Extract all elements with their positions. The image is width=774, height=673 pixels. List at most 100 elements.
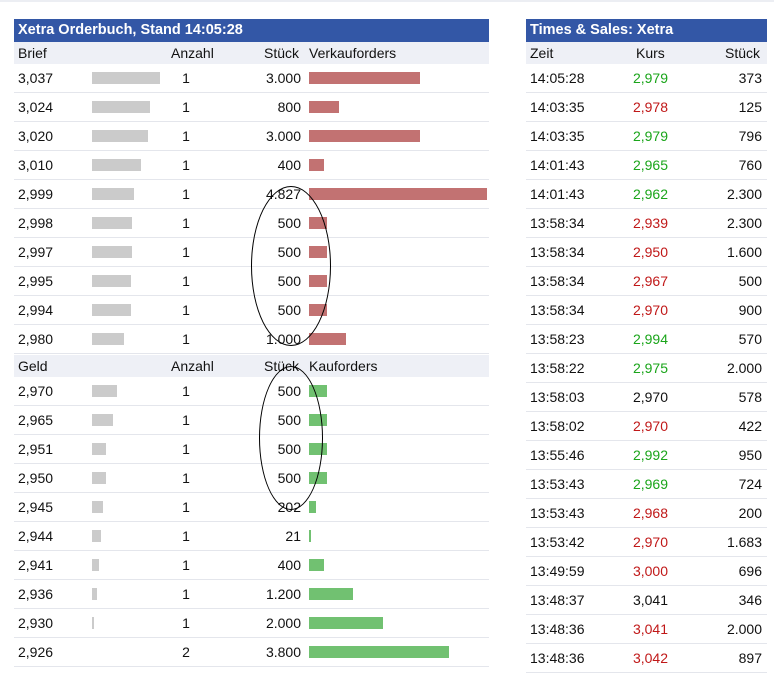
trade-price: 2,979: [632, 128, 668, 144]
ask-price: 2,999: [18, 186, 54, 202]
ask-volume-bar: [309, 159, 324, 171]
ask-depth-bar: [92, 130, 148, 142]
bid-row[interactable]: 2,944 1 21: [14, 522, 489, 551]
bid-row[interactable]: 2,945 1 202: [14, 493, 489, 522]
bid-count: 1: [182, 557, 190, 573]
ask-count: 1: [182, 273, 190, 289]
trade-row[interactable]: 13:58:23 2,994 570: [526, 325, 767, 354]
bid-qty: 400: [277, 557, 301, 573]
bid-price: 2,936: [18, 586, 54, 602]
ask-row[interactable]: 2,998 1 500: [14, 209, 489, 238]
bid-price: 2,941: [18, 557, 54, 573]
trade-row[interactable]: 13:55:46 2,992 950: [526, 441, 767, 470]
bid-count: 1: [182, 441, 190, 457]
trade-price: 2,970: [632, 389, 668, 405]
trade-row[interactable]: 13:58:34 2,970 900: [526, 296, 767, 325]
trade-time: 13:48:36: [530, 650, 585, 666]
ask-volume-bar: [309, 101, 339, 113]
trade-qty: 2.000: [726, 621, 762, 637]
trade-row[interactable]: 13:53:43 2,968 200: [526, 499, 767, 528]
trade-row[interactable]: 13:53:43 2,969 724: [526, 470, 767, 499]
trade-row[interactable]: 13:48:37 3,041 346: [526, 586, 767, 615]
trade-price: 3,000: [632, 563, 668, 579]
ask-row[interactable]: 3,010 1 400: [14, 151, 489, 180]
bid-qty: 3.800: [265, 644, 301, 660]
trade-time: 13:49:59: [530, 563, 585, 579]
bid-price: 2,950: [18, 470, 54, 486]
bid-volume-bar: [309, 646, 449, 658]
bid-depth-bar: [92, 443, 106, 455]
bid-row[interactable]: 2,936 1 1.200: [14, 580, 489, 609]
ask-qty: 400: [277, 157, 301, 173]
ask-count: 1: [182, 157, 190, 173]
ask-row[interactable]: 3,037 1 3.000: [14, 64, 489, 93]
trade-qty: 2.000: [726, 360, 762, 376]
ask-row[interactable]: 2,994 1 500: [14, 296, 489, 325]
trade-qty: 2.300: [726, 215, 762, 231]
trade-row[interactable]: 13:49:59 3,000 696: [526, 557, 767, 586]
trade-row[interactable]: 13:48:36 3,042 897: [526, 644, 767, 673]
bid-row[interactable]: 2,970 1 500: [14, 377, 489, 406]
ask-row[interactable]: 3,024 1 800: [14, 93, 489, 122]
trade-time: 14:03:35: [530, 128, 585, 144]
trade-time: 13:55:46: [530, 447, 585, 463]
trade-time: 13:48:36: [530, 621, 585, 637]
trade-qty: 125: [738, 99, 762, 115]
bid-qty: 1.200: [265, 586, 301, 602]
ask-depth-bar: [92, 275, 131, 287]
ask-row[interactable]: 2,980 1 1.000: [14, 325, 489, 354]
trade-row[interactable]: 14:01:43 2,962 2.300: [526, 180, 767, 209]
trade-row[interactable]: 14:03:35 2,978 125: [526, 93, 767, 122]
ask-row[interactable]: 3,020 1 3.000: [14, 122, 489, 151]
bid-row[interactable]: 2,965 1 500: [14, 406, 489, 435]
ask-count-header: Anzahl: [171, 45, 214, 61]
bid-count: 1: [182, 528, 190, 544]
ask-price: 3,020: [18, 128, 54, 144]
ask-volume-bar: [309, 72, 420, 84]
bid-row[interactable]: 2,951 1 500: [14, 435, 489, 464]
ask-price: 3,024: [18, 99, 54, 115]
trade-row[interactable]: 13:48:36 3,041 2.000: [526, 615, 767, 644]
trade-row[interactable]: 13:58:22 2,975 2.000: [526, 354, 767, 383]
bid-price: 2,970: [18, 383, 54, 399]
trade-row[interactable]: 13:58:34 2,939 2.300: [526, 209, 767, 238]
trade-row[interactable]: 13:58:34 2,950 1.600: [526, 238, 767, 267]
bid-count: 1: [182, 586, 190, 602]
trade-qty: 578: [738, 389, 762, 405]
bid-row[interactable]: 2,950 1 500: [14, 464, 489, 493]
trade-row[interactable]: 13:58:34 2,967 500: [526, 267, 767, 296]
trade-time: 14:01:43: [530, 186, 585, 202]
bid-depth-bar: [92, 414, 113, 426]
trade-row[interactable]: 14:03:35 2,979 796: [526, 122, 767, 151]
bid-count: 1: [182, 499, 190, 515]
trade-row[interactable]: 13:58:02 2,970 422: [526, 412, 767, 441]
trade-price: 3,041: [632, 592, 668, 608]
ask-volume-bar: [309, 333, 346, 345]
bid-price: 2,944: [18, 528, 54, 544]
trade-qty: 950: [738, 447, 762, 463]
trade-price: 2,970: [632, 534, 668, 550]
trade-price: 2,950: [632, 244, 668, 260]
ask-row[interactable]: 2,999 1 4.827: [14, 180, 489, 209]
bid-volume-bar: [309, 559, 324, 571]
bid-row[interactable]: 2,926 2 3.800: [14, 638, 489, 667]
trade-time: 13:53:43: [530, 505, 585, 521]
bid-price: 2,930: [18, 615, 54, 631]
trade-row[interactable]: 13:58:03 2,970 578: [526, 383, 767, 412]
trade-qty: 2.300: [726, 186, 762, 202]
trade-qty: 796: [738, 128, 762, 144]
trade-price: 2,967: [632, 273, 668, 289]
bid-row[interactable]: 2,941 1 400: [14, 551, 489, 580]
bid-price: 2,965: [18, 412, 54, 428]
trade-time: 13:58:34: [530, 302, 585, 318]
trade-row[interactable]: 14:05:28 2,979 373: [526, 64, 767, 93]
trade-row[interactable]: 14:01:43 2,965 760: [526, 151, 767, 180]
bid-row[interactable]: 2,930 1 2.000: [14, 609, 489, 638]
ask-price: 2,994: [18, 302, 54, 318]
trade-qty: 760: [738, 157, 762, 173]
ask-qty: 3.000: [265, 70, 301, 86]
bid-volume-bar: [309, 501, 316, 513]
trade-row[interactable]: 13:53:42 2,970 1.683: [526, 528, 767, 557]
ask-qty: 800: [277, 99, 301, 115]
trade-price: 2,939: [632, 215, 668, 231]
